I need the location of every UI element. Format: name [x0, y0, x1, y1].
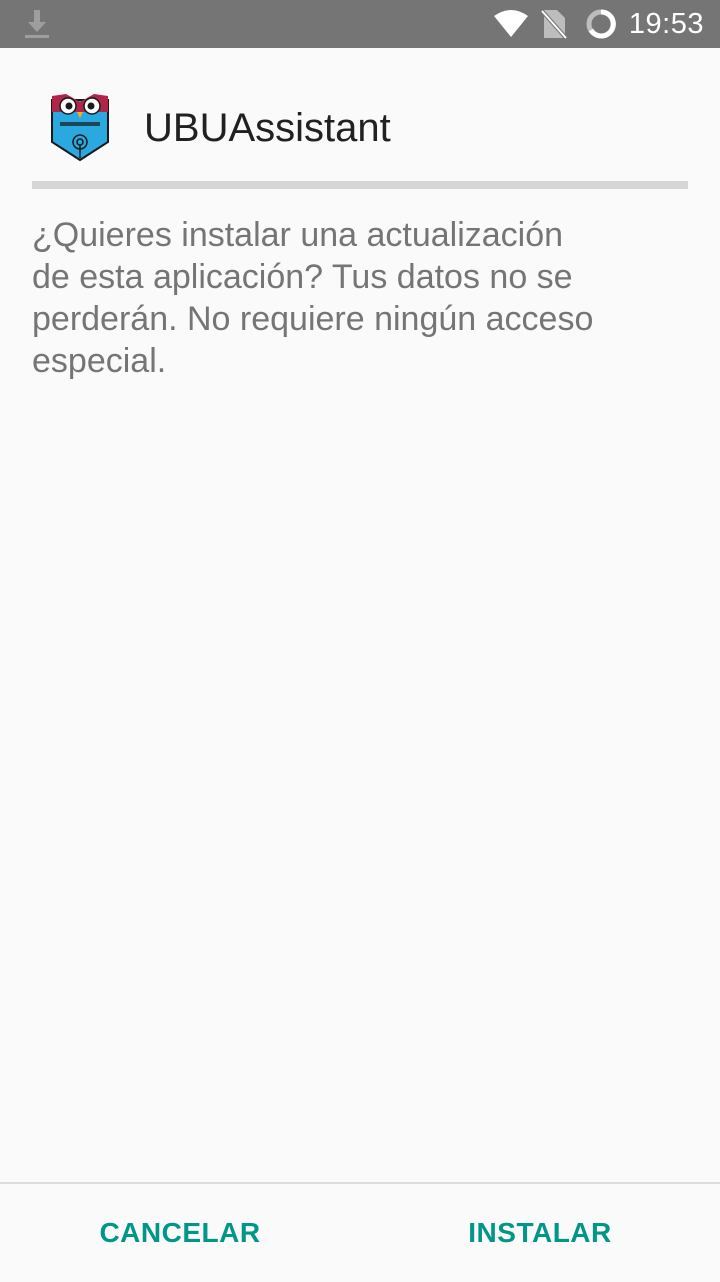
- action-bar: CANCELAR INSTALAR: [0, 1182, 720, 1282]
- cancel-button[interactable]: CANCELAR: [60, 1184, 300, 1282]
- install-button[interactable]: INSTALAR: [420, 1184, 660, 1282]
- app-title: UBUAssistant: [144, 106, 391, 150]
- message-line: especial.: [32, 342, 167, 380]
- message-line: de esta aplicación? Tus datos no se: [32, 258, 573, 296]
- app-header: UBUAssistant: [0, 48, 720, 182]
- status-icons: 19:53: [493, 0, 704, 48]
- owl-logo-icon: [51, 94, 109, 162]
- no-sim-icon: [540, 9, 567, 39]
- wifi-icon: [493, 10, 528, 37]
- download-icon: [25, 10, 49, 38]
- status-bar: 19:53: [0, 0, 720, 48]
- divider: [32, 181, 688, 189]
- message-line: ¿Quieres instalar una actualización: [32, 216, 564, 254]
- battery-icon: [586, 9, 616, 39]
- message-line: perderán. No requiere ningún acceso: [32, 300, 594, 338]
- install-message: ¿Quieres instalar una actualización de e…: [32, 214, 652, 382]
- status-time: 19:53: [628, 7, 704, 40]
